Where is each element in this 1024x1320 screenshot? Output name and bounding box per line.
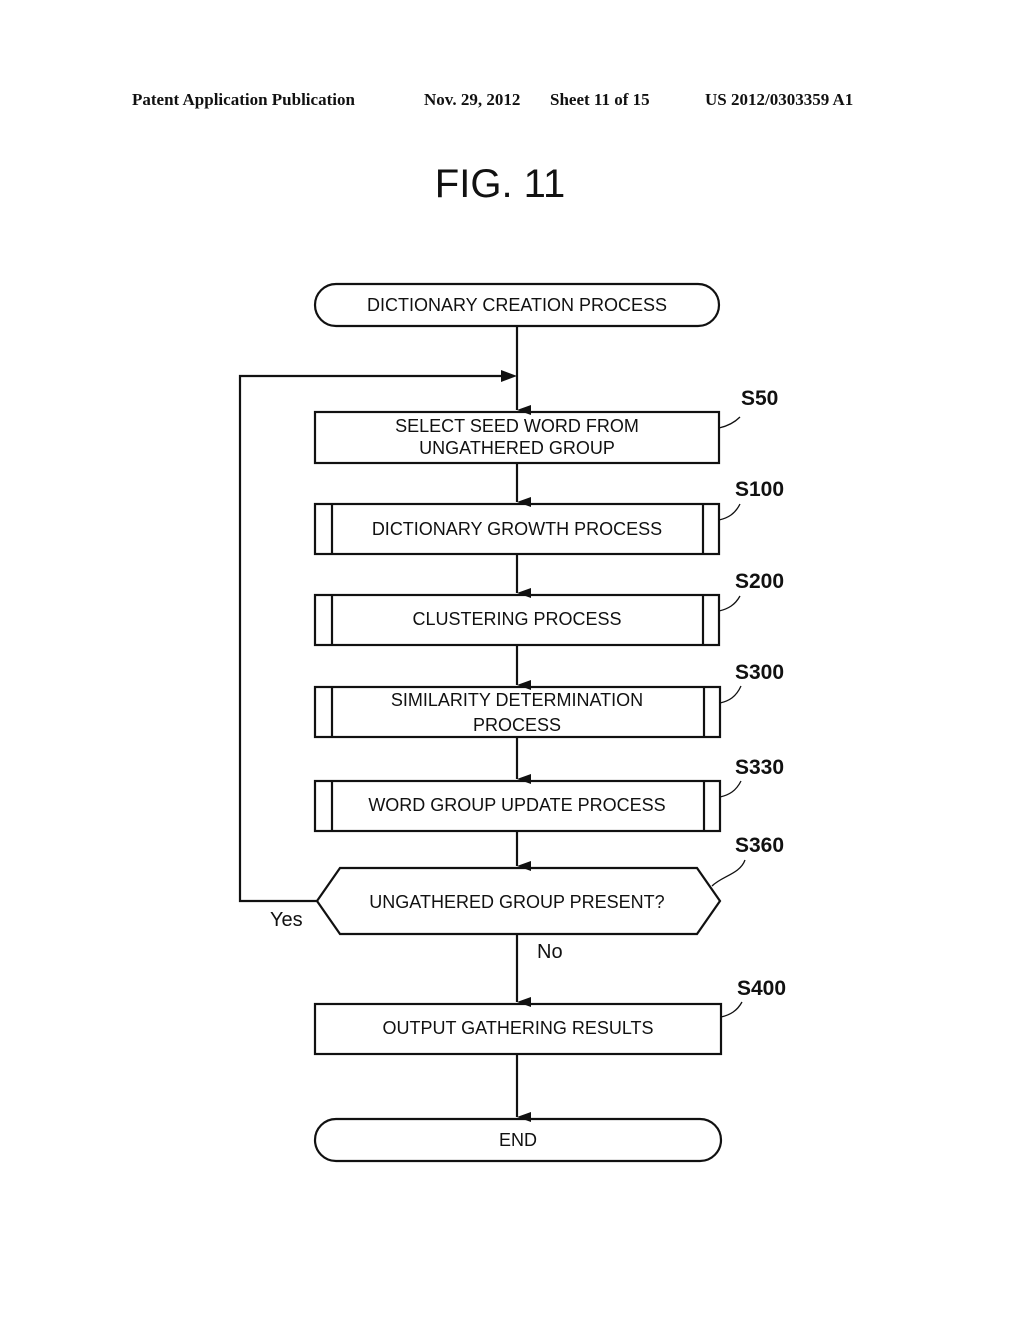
step-s300-id: S300 [735, 661, 784, 684]
step-s330-label: WORD GROUP UPDATE PROCESS [368, 795, 665, 815]
leader-s200 [718, 595, 741, 612]
step-s400-label: OUTPUT GATHERING RESULTS [382, 1018, 653, 1038]
step-s50-line2: UNGATHERED GROUP [419, 438, 615, 458]
leader-s330 [719, 780, 742, 798]
step-s330-id: S330 [735, 756, 784, 779]
leader-s360 [711, 859, 746, 887]
step-s100-id: S100 [735, 478, 784, 501]
no-label: No [537, 941, 563, 963]
leader-s50 [718, 416, 741, 429]
step-s100-label: DICTIONARY GROWTH PROCESS [372, 519, 662, 539]
loop-arrowhead [501, 370, 517, 382]
flowchart: DICTIONARY CREATION PROCESS SELECT SEED … [238, 282, 786, 1163]
step-s200-label: CLUSTERING PROCESS [412, 609, 621, 629]
step-s400-id: S400 [737, 977, 786, 1000]
step-s360-id: S360 [735, 834, 784, 857]
leader-s400 [720, 1001, 743, 1018]
leader-s100 [718, 503, 741, 521]
end-label: END [499, 1130, 537, 1150]
step-s50-line1: SELECT SEED WORD FROM [395, 416, 639, 436]
step-s300-line2: PROCESS [473, 715, 561, 735]
leader-s300 [719, 685, 742, 704]
yes-label: Yes [270, 909, 303, 931]
start-label: DICTIONARY CREATION PROCESS [367, 295, 667, 315]
step-s360-label: UNGATHERED GROUP PRESENT? [369, 892, 664, 912]
step-s50-id: S50 [741, 387, 778, 410]
step-s200-id: S200 [735, 570, 784, 593]
step-s300-line1: SIMILARITY DETERMINATION [391, 690, 643, 710]
